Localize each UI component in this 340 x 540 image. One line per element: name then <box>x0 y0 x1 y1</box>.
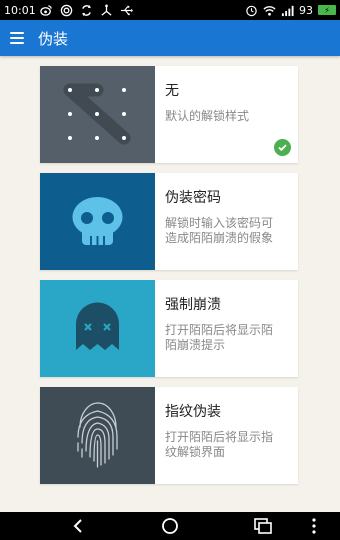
usb-icon <box>120 5 133 15</box>
pattern-lock-icon <box>63 83 131 145</box>
status-bar: 10:01 93 ⚡ <box>0 0 340 20</box>
battery-level: 93 <box>299 3 313 17</box>
recents-button[interactable] <box>243 512 283 540</box>
option-force-crash[interactable]: 强制崩溃 打开陌陌后将显示陌陌崩溃提示 <box>40 280 298 377</box>
option-thumbnail <box>40 66 155 163</box>
weibo-icon <box>40 4 52 16</box>
more-button[interactable] <box>294 512 334 540</box>
check-icon <box>274 139 291 156</box>
option-title: 无 <box>165 83 179 99</box>
menu-icon[interactable] <box>10 32 24 44</box>
fingerprint-icon <box>77 402 118 468</box>
option-description: 解锁时输入该密码可造成陌陌崩溃的假象 <box>165 216 274 245</box>
status-time: 10:01 <box>4 3 36 17</box>
option-thumbnail <box>40 173 155 270</box>
option-description: 打开陌陌后将显示指纹解锁界面 <box>165 430 274 459</box>
option-description: 打开陌陌后将显示陌陌崩溃提示 <box>165 323 274 352</box>
more-icon <box>312 518 316 534</box>
sync-icon <box>82 4 91 16</box>
app-bar: 伪装 <box>0 20 340 56</box>
app-icon <box>60 4 73 16</box>
option-description: 默认的解锁样式 <box>165 109 250 123</box>
option-fake-password[interactable]: 伪装密码 解锁时输入该密码可造成陌陌崩溃的假象 <box>40 173 298 270</box>
option-title: 伪装密码 <box>165 190 221 206</box>
ghost-icon <box>76 302 119 350</box>
option-fingerprint[interactable]: 指纹伪装 打开陌陌后将显示指纹解锁界面 <box>40 387 298 484</box>
option-title: 指纹伪装 <box>165 404 221 420</box>
navigation-bar <box>0 512 340 540</box>
home-icon <box>162 518 178 534</box>
home-button[interactable] <box>150 512 190 540</box>
battery-icon: ⚡ <box>318 5 336 15</box>
option-title: 强制崩溃 <box>165 297 221 313</box>
recents-icon <box>254 518 272 534</box>
back-button[interactable] <box>58 512 98 540</box>
option-thumbnail <box>40 280 155 377</box>
back-icon <box>73 519 82 533</box>
skull-icon <box>72 197 123 245</box>
wifi-icon <box>263 5 276 16</box>
alarm-icon <box>246 5 257 16</box>
page-title: 伪装 <box>38 29 69 48</box>
signal-icon <box>281 5 294 16</box>
network-icon <box>101 4 112 16</box>
option-none[interactable]: 无 默认的解锁样式 <box>40 66 298 163</box>
disguise-option-list: 无 默认的解锁样式 伪装密码 解锁时输入该密码可造成陌陌崩溃的假象 强制崩溃 打… <box>0 56 340 512</box>
option-thumbnail <box>40 387 155 484</box>
